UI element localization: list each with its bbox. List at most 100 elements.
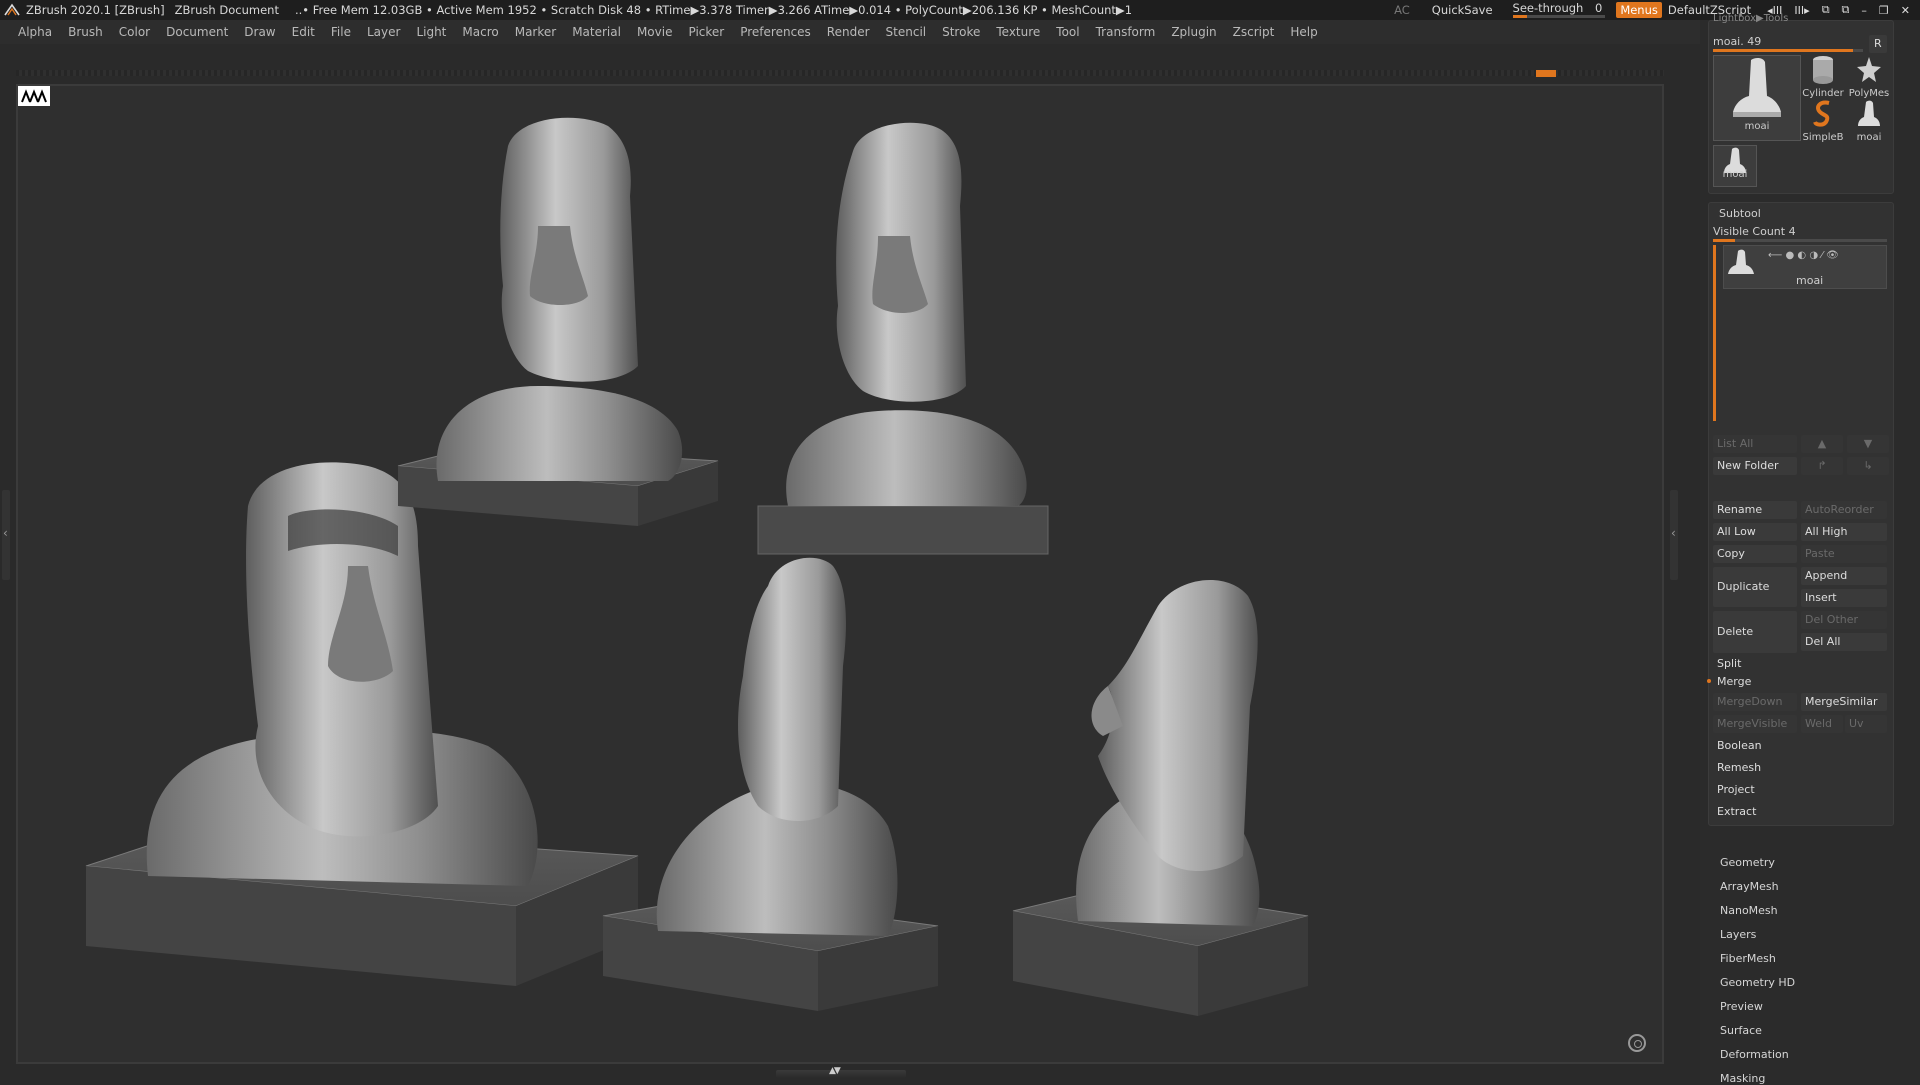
document-title: ZBrush Document xyxy=(174,3,279,17)
tool-thumb-polymesh[interactable]: PolyMes xyxy=(1847,55,1891,99)
tool-menu-masking[interactable]: Masking xyxy=(1720,1072,1765,1085)
uv-toggle[interactable]: Uv xyxy=(1845,715,1887,733)
menu-draw[interactable]: Draw xyxy=(244,25,275,39)
list-all-button[interactable]: List All xyxy=(1713,435,1797,453)
current-tool-name: moai. 49 xyxy=(1713,35,1762,48)
tool-menu-geometry-hd[interactable]: Geometry HD xyxy=(1720,976,1795,989)
del-other-button[interactable]: Del Other xyxy=(1801,611,1887,629)
layout-right-icon[interactable]: III▸ xyxy=(1794,4,1809,17)
menu-document[interactable]: Document xyxy=(166,25,228,39)
weld-toggle[interactable]: Weld xyxy=(1801,715,1843,733)
tool-thumb-moai-main[interactable]: moai xyxy=(1713,55,1801,141)
menu-render[interactable]: Render xyxy=(827,25,870,39)
del-all-button[interactable]: Del All xyxy=(1801,633,1887,651)
subtool-visibility-toggles[interactable]: ⟵ ● ◐ ◑ ⁄ 👁 xyxy=(1768,250,1839,261)
menu-texture[interactable]: Texture xyxy=(996,25,1040,39)
merge-section[interactable]: Merge xyxy=(1713,673,1887,691)
menu-transform[interactable]: Transform xyxy=(1096,25,1156,39)
tool-menu-layers[interactable]: Layers xyxy=(1720,928,1756,941)
menu-stroke[interactable]: Stroke xyxy=(942,25,980,39)
tool-menu-deformation[interactable]: Deformation xyxy=(1720,1048,1789,1061)
menu-help[interactable]: Help xyxy=(1290,25,1317,39)
split-section[interactable]: Split xyxy=(1713,655,1887,673)
floor-grid-icon[interactable] xyxy=(18,86,50,106)
menu-file[interactable]: File xyxy=(331,25,351,39)
bottom-tray-handle[interactable] xyxy=(776,1066,906,1078)
quicksave-button[interactable]: QuickSave xyxy=(1432,3,1493,17)
menu-tool[interactable]: Tool xyxy=(1056,25,1079,39)
boolean-section[interactable]: Boolean xyxy=(1713,737,1887,755)
remesh-section[interactable]: Remesh xyxy=(1713,759,1887,777)
rename-button[interactable]: Rename xyxy=(1713,501,1797,519)
menu-movie[interactable]: Movie xyxy=(637,25,673,39)
menu-zscript[interactable]: Zscript xyxy=(1233,25,1275,39)
menu-light[interactable]: Light xyxy=(416,25,446,39)
insert-button[interactable]: Insert xyxy=(1801,589,1887,607)
tool-menu-geometry[interactable]: Geometry xyxy=(1720,856,1775,869)
tool-menu-preview[interactable]: Preview xyxy=(1720,1000,1763,1013)
menu-brush[interactable]: Brush xyxy=(68,25,103,39)
visible-count-slider[interactable] xyxy=(1713,239,1887,242)
tool-thumb-moai-3[interactable]: moai xyxy=(1713,145,1757,187)
zbrush-logo-icon xyxy=(4,3,20,16)
tool-thumb-simplebrush[interactable]: SimpleB xyxy=(1801,99,1845,143)
minimize-icon[interactable]: – xyxy=(1861,4,1867,17)
window-tile-icon[interactable]: ⧉ xyxy=(1822,3,1830,17)
main-menu-bar: Alpha Brush Color Document Draw Edit File Layer… xyxy=(0,20,1700,44)
menu-preferences[interactable]: Preferences xyxy=(740,25,811,39)
window-stack-icon[interactable]: ⧉ xyxy=(1842,3,1850,17)
folder-return-icon[interactable]: ↳ xyxy=(1847,457,1889,475)
menu-stencil[interactable]: Stencil xyxy=(886,25,927,39)
subtool-scrollbar[interactable] xyxy=(1713,245,1716,421)
moai-model-profile xyxy=(1012,579,1309,1016)
move-up-icon[interactable]: ▲ xyxy=(1801,435,1843,453)
close-icon[interactable]: ✕ xyxy=(1901,4,1910,17)
subtool-title[interactable]: Subtool xyxy=(1719,207,1761,220)
left-tray-handle[interactable] xyxy=(2,490,10,580)
menu-zplugin[interactable]: Zplugin xyxy=(1171,25,1216,39)
moai-icon xyxy=(1728,249,1754,274)
subtool-item-moai[interactable]: ⟵ ● ◐ ◑ ⁄ 👁 moai xyxy=(1723,245,1887,289)
menu-picker[interactable]: Picker xyxy=(688,25,724,39)
move-down-icon[interactable]: ▼ xyxy=(1847,435,1889,453)
document-canvas[interactable] xyxy=(16,84,1664,1064)
autoreorder-button[interactable]: AutoReorder xyxy=(1801,501,1887,519)
menu-marker[interactable]: Marker xyxy=(515,25,556,39)
extract-section[interactable]: Extract xyxy=(1713,803,1887,821)
menu-material[interactable]: Material xyxy=(572,25,621,39)
append-button[interactable]: Append xyxy=(1801,567,1887,585)
duplicate-button[interactable]: Duplicate xyxy=(1713,567,1797,607)
delete-button[interactable]: Delete xyxy=(1713,611,1797,653)
tool-menu-fibermesh[interactable]: FiberMesh xyxy=(1720,952,1776,965)
tool-menu-surface[interactable]: Surface xyxy=(1720,1024,1762,1037)
restore-icon[interactable]: ❐ xyxy=(1879,4,1889,17)
all-high-button[interactable]: All High xyxy=(1801,523,1887,541)
mergesimilar-button[interactable]: MergeSimilar xyxy=(1801,693,1887,711)
r-button[interactable]: R xyxy=(1869,35,1887,53)
lightbox-tools-link[interactable]: Lightbox▶Tools xyxy=(1713,13,1788,24)
tool-slider[interactable] xyxy=(1713,49,1863,52)
menus-toggle-button[interactable]: Menus xyxy=(1616,2,1662,18)
folder-arrow-icon[interactable]: ↱ xyxy=(1801,457,1843,475)
menu-edit[interactable]: Edit xyxy=(292,25,315,39)
ac-label[interactable]: AC xyxy=(1394,3,1410,17)
menu-color[interactable]: Color xyxy=(119,25,150,39)
copy-button[interactable]: Copy xyxy=(1713,545,1797,563)
perspective-icon[interactable] xyxy=(1628,1034,1646,1052)
tool-menu-arraymesh[interactable]: ArrayMesh xyxy=(1720,880,1779,893)
tool-menu-nanomesh[interactable]: NanoMesh xyxy=(1720,904,1778,917)
mergevisible-button[interactable]: MergeVisible xyxy=(1713,715,1797,733)
see-through-slider[interactable]: See-through 0 xyxy=(1512,1,1605,19)
new-folder-button[interactable]: New Folder xyxy=(1713,457,1797,475)
mergedown-button[interactable]: MergeDown xyxy=(1713,693,1797,711)
paste-button[interactable]: Paste xyxy=(1801,545,1887,563)
project-section[interactable]: Project xyxy=(1713,781,1887,799)
tool-thumb-moai-2[interactable]: moai xyxy=(1847,99,1891,143)
tool-thumb-cylinder[interactable]: Cylinder xyxy=(1801,55,1845,99)
menu-alpha[interactable]: Alpha xyxy=(18,25,52,39)
menu-macro[interactable]: Macro xyxy=(462,25,498,39)
right-tray-handle[interactable] xyxy=(1670,490,1678,580)
moai-model-back-view xyxy=(602,557,939,1011)
all-low-button[interactable]: All Low xyxy=(1713,523,1797,541)
menu-layer[interactable]: Layer xyxy=(367,25,400,39)
